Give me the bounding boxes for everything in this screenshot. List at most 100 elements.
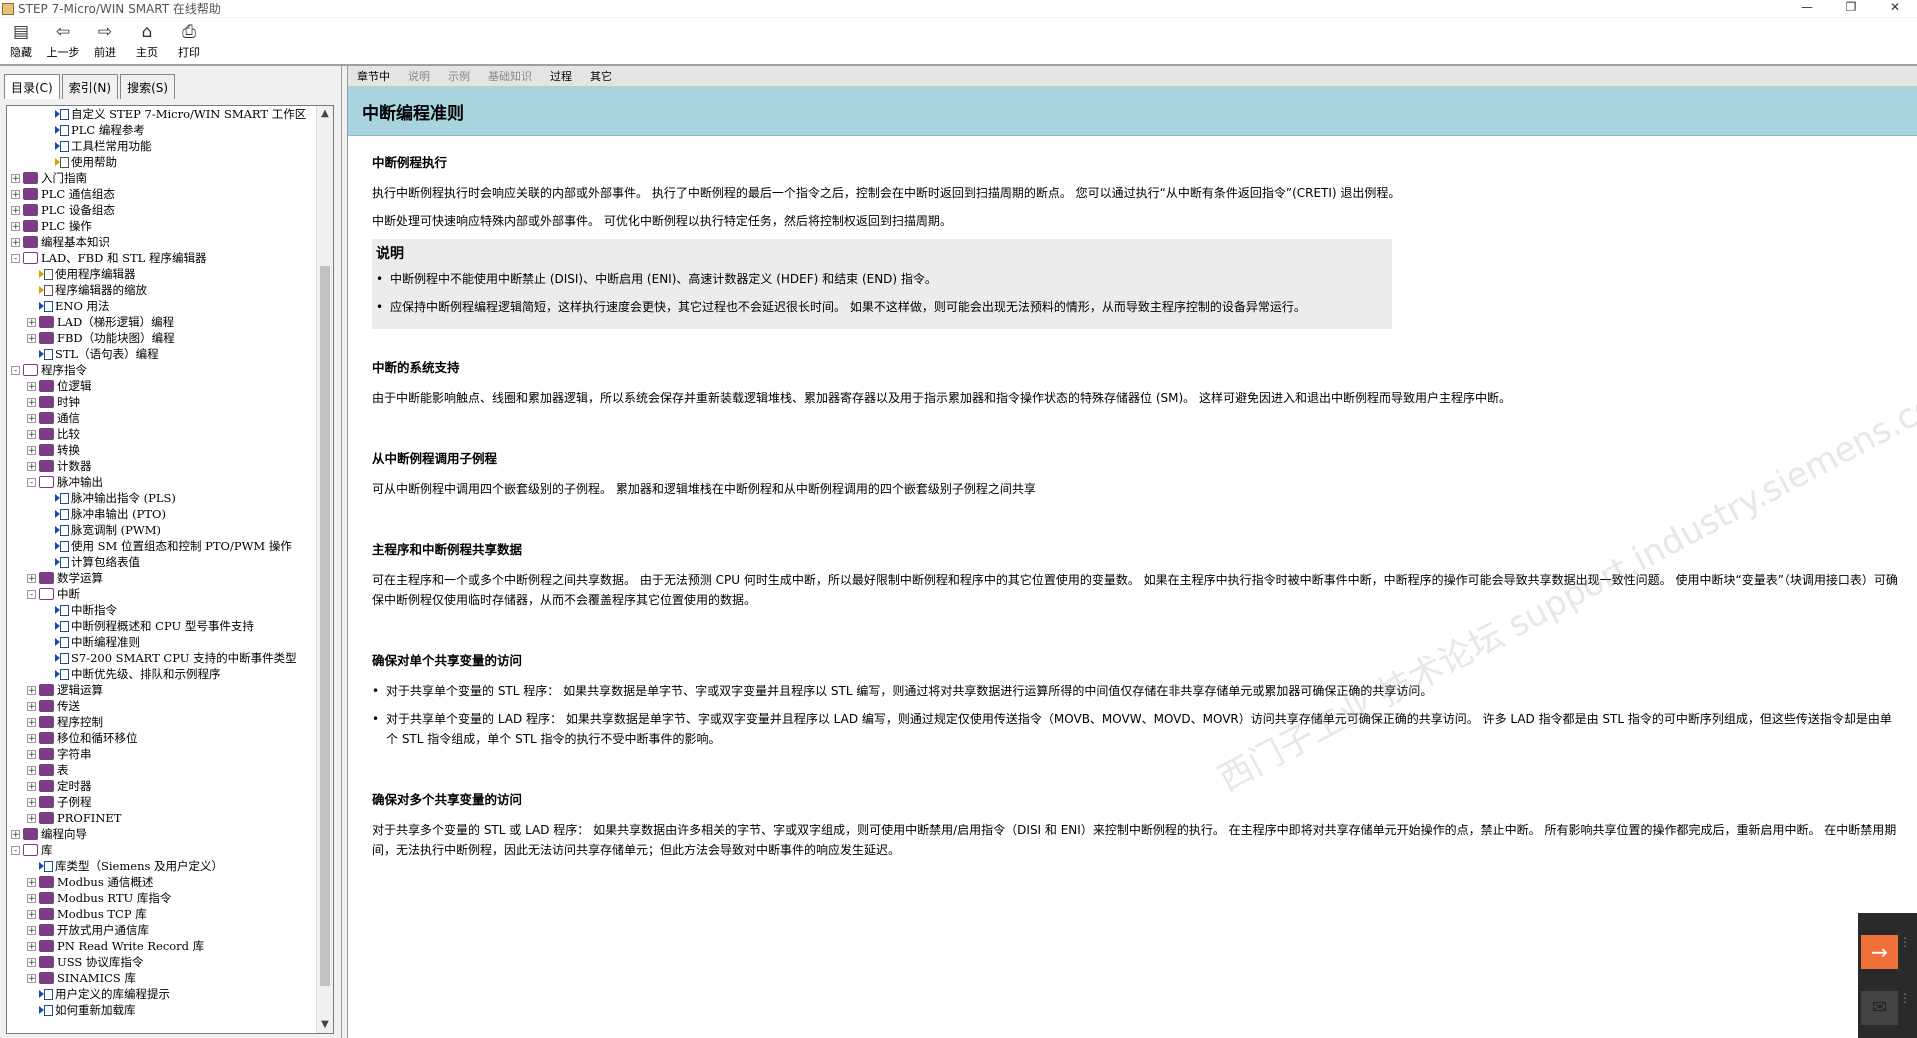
expand-icon[interactable]: +: [27, 941, 36, 951]
expand-icon[interactable]: +: [27, 317, 36, 327]
scroll-up-icon[interactable]: ▲: [317, 106, 333, 122]
collapse-icon[interactable]: -: [27, 589, 36, 599]
tree-item[interactable]: + 表: [7, 762, 317, 778]
content-tab[interactable]: 其它: [581, 68, 621, 84]
tree-item[interactable]: + 数学运算: [7, 570, 317, 586]
expand-icon[interactable]: +: [27, 957, 36, 967]
collapse-icon[interactable]: -: [27, 477, 36, 487]
tree-item[interactable]: 中断编程准则: [7, 634, 317, 650]
tree-item[interactable]: + Modbus TCP 库: [7, 906, 317, 922]
tree-item[interactable]: + 计数器: [7, 458, 317, 474]
tree-item[interactable]: + 逻辑运算: [7, 682, 317, 698]
tree-item[interactable]: + 转换: [7, 442, 317, 458]
tree-item[interactable]: - LAD、FBD 和 STL 程序编辑器: [7, 250, 317, 266]
tree-item[interactable]: + 传送: [7, 698, 317, 714]
tree-item[interactable]: + PLC 操作: [7, 218, 317, 234]
tree-item[interactable]: + 时钟: [7, 394, 317, 410]
tree-item[interactable]: + 通信: [7, 410, 317, 426]
tree-item[interactable]: + SINAMICS 库: [7, 970, 317, 986]
tree-item[interactable]: + 位逻辑: [7, 378, 317, 394]
tree-item[interactable]: ENO 用法: [7, 298, 317, 314]
expand-icon[interactable]: +: [27, 973, 36, 983]
tree-item[interactable]: 自定义 STEP 7-Micro/WIN SMART 工作区: [7, 106, 317, 122]
tree-item[interactable]: 使用 SM 位置组态和控制 PTO/PWM 操作: [7, 538, 317, 554]
expand-icon[interactable]: +: [27, 717, 36, 727]
expand-icon[interactable]: +: [27, 333, 36, 343]
home-button[interactable]: ⌂ 主页: [126, 18, 168, 64]
tree-item[interactable]: 库类型（Siemens 及用户定义）: [7, 858, 317, 874]
tree-item[interactable]: 用户定义的库编程提示: [7, 986, 317, 1002]
tree-item[interactable]: - 脉冲输出: [7, 474, 317, 490]
tree-item[interactable]: + LAD（梯形逻辑）编程: [7, 314, 317, 330]
scroll-down-icon[interactable]: ▼: [317, 1017, 333, 1033]
tree-item[interactable]: + Modbus RTU 库指令: [7, 890, 317, 906]
expand-icon[interactable]: +: [27, 781, 36, 791]
expand-icon[interactable]: +: [27, 877, 36, 887]
tree-item[interactable]: 计算包络表值: [7, 554, 317, 570]
tree-item[interactable]: + 开放式用户通信库: [7, 922, 317, 938]
more-options-icon[interactable]: ⋮: [1899, 936, 1911, 948]
tree-item[interactable]: 中断优先级、排队和示例程序: [7, 666, 317, 682]
expand-icon[interactable]: +: [27, 733, 36, 743]
restore-button[interactable]: ❐: [1829, 0, 1873, 17]
contents-tree[interactable]: 自定义 STEP 7-Micro/WIN SMART 工作区 PLC 编程参考 工具…: [7, 106, 317, 1033]
expand-icon[interactable]: +: [27, 749, 36, 759]
expand-icon[interactable]: +: [27, 925, 36, 935]
tree-item[interactable]: 中断例程概述和 CPU 型号事件支持: [7, 618, 317, 634]
content-tab[interactable]: 示例: [439, 68, 479, 84]
expand-icon[interactable]: +: [27, 445, 36, 455]
tree-item[interactable]: S7-200 SMART CPU 支持的中断事件类型: [7, 650, 317, 666]
more-options-icon[interactable]: ⋮: [1899, 992, 1911, 1004]
tree-item[interactable]: + 子例程: [7, 794, 317, 810]
expand-icon[interactable]: +: [11, 189, 20, 199]
content-tab[interactable]: 章节中: [348, 68, 399, 84]
tree-item[interactable]: 程序编辑器的缩放: [7, 282, 317, 298]
tree-item[interactable]: + 入门指南: [7, 170, 317, 186]
tree-item[interactable]: 使用帮助: [7, 154, 317, 170]
content-tab[interactable]: 说明: [399, 68, 439, 84]
tree-item[interactable]: + PROFINET: [7, 810, 317, 826]
tree-item[interactable]: + PLC 通信组态: [7, 186, 317, 202]
tree-item[interactable]: + 比较: [7, 426, 317, 442]
tree-item[interactable]: + Modbus 通信概述: [7, 874, 317, 890]
tree-item[interactable]: + 编程基本知识: [7, 234, 317, 250]
forward-button[interactable]: ⇨ 前进: [84, 18, 126, 64]
expand-icon[interactable]: +: [27, 381, 36, 391]
tree-item[interactable]: + 移位和循环移位: [7, 730, 317, 746]
expand-icon[interactable]: +: [27, 893, 36, 903]
tree-item[interactable]: 使用程序编辑器: [7, 266, 317, 282]
tree-scrollbar[interactable]: ▲ ▼: [316, 106, 333, 1033]
hide-button[interactable]: ▤ 隐藏: [0, 18, 42, 64]
tree-item[interactable]: 如何重新加载库: [7, 1002, 317, 1018]
expand-icon[interactable]: +: [27, 397, 36, 407]
arrow-right-icon[interactable]: →: [1861, 935, 1898, 969]
tree-item[interactable]: 工具栏常用功能: [7, 138, 317, 154]
tree-item[interactable]: + PN Read Write Record 库: [7, 938, 317, 954]
tab-index[interactable]: 索引(N): [61, 74, 119, 99]
tree-item[interactable]: + 程序控制: [7, 714, 317, 730]
close-button[interactable]: ✕: [1873, 0, 1917, 17]
collapse-icon[interactable]: -: [11, 845, 20, 855]
expand-icon[interactable]: +: [11, 829, 20, 839]
expand-icon[interactable]: +: [27, 413, 36, 423]
tree-item[interactable]: + PLC 设备组态: [7, 202, 317, 218]
back-button[interactable]: ⇦ 上一步: [42, 18, 84, 64]
expand-icon[interactable]: +: [27, 429, 36, 439]
expand-icon[interactable]: +: [11, 173, 20, 183]
expand-icon[interactable]: +: [11, 205, 20, 215]
expand-icon[interactable]: +: [11, 221, 20, 231]
expand-icon[interactable]: +: [11, 237, 20, 247]
tree-item[interactable]: STL（语句表）编程: [7, 346, 317, 362]
tree-item[interactable]: - 程序指令: [7, 362, 317, 378]
tree-item[interactable]: - 中断: [7, 586, 317, 602]
scroll-thumb[interactable]: [320, 266, 330, 986]
expand-icon[interactable]: +: [27, 765, 36, 775]
tree-item[interactable]: 脉宽调制 (PWM): [7, 522, 317, 538]
tree-item[interactable]: -库: [7, 842, 317, 858]
expand-icon[interactable]: +: [27, 813, 36, 823]
content-tab[interactable]: 基础知识: [479, 68, 541, 84]
tree-item[interactable]: 中断指令: [7, 602, 317, 618]
expand-icon[interactable]: +: [27, 461, 36, 471]
tree-item[interactable]: + 编程向导: [7, 826, 317, 842]
print-button[interactable]: ⎙ 打印: [168, 18, 210, 64]
